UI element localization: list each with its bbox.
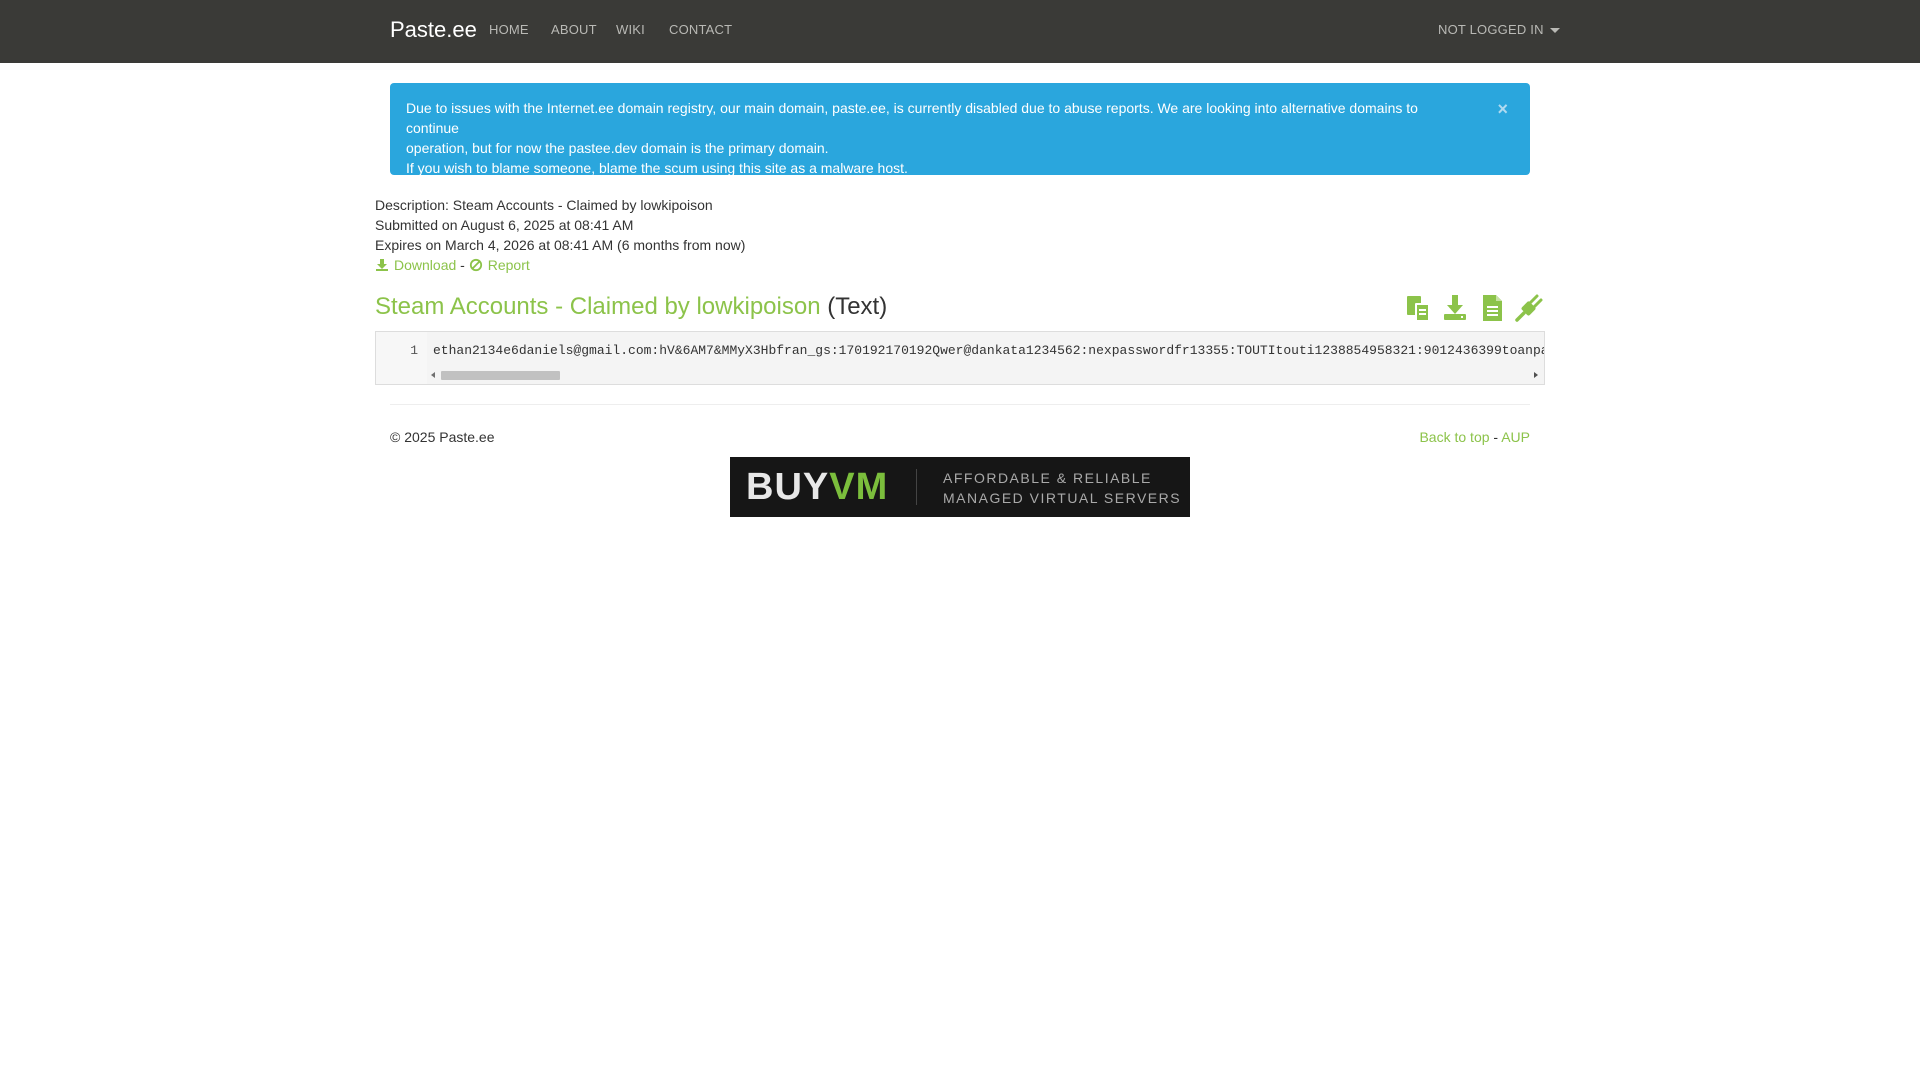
footer-separator: -: [1493, 429, 1499, 445]
scrollbar-thumb[interactable]: [441, 371, 560, 380]
download-button[interactable]: [1439, 292, 1471, 324]
buyvm-ad-banner[interactable]: BUYVM AFFORDABLE & RELIABLE MANAGED VIRT…: [730, 457, 1190, 517]
embed-button[interactable]: [1513, 292, 1545, 324]
nav-about[interactable]: ABOUT: [551, 0, 597, 60]
code-viewer[interactable]: 1 ethan2134e6daniels@gmail.com:hV&6AM7&M…: [375, 331, 1545, 385]
paste-submitted: Submitted on August 6, 2025 at 08:41 AM: [375, 217, 634, 233]
nav-contact[interactable]: CONTACT: [669, 0, 732, 60]
paste-title: Steam Accounts - Claimed by lowkipoison …: [375, 292, 887, 322]
ad-separator: [916, 469, 917, 505]
navbar: Paste.ee HOME ABOUT WIKI CONTACT NOT LOG…: [0, 0, 1920, 63]
alert-line-2: operation, but for now the pastee.dev do…: [406, 140, 829, 156]
raw-icon: [1483, 295, 1502, 321]
account-dropdown[interactable]: NOT LOGGED IN: [1438, 0, 1560, 60]
copy-button[interactable]: [1402, 292, 1434, 324]
paste-expires: Expires on March 4, 2026 at 08:41 AM (6 …: [375, 237, 746, 253]
alert-line-1: Due to issues with the Internet.ee domai…: [406, 100, 1418, 136]
nav-wiki[interactable]: WIKI: [616, 0, 645, 60]
caret-down-icon: [1549, 28, 1560, 34]
domain-notice-alert: Due to issues with the Internet.ee domai…: [390, 83, 1530, 176]
horizontal-scrollbar[interactable]: [427, 369, 1544, 381]
line-gutter: 1: [376, 332, 427, 384]
footer-links: Back to top - AUP: [1419, 427, 1530, 447]
buyvm-logo: BUYVM: [746, 465, 888, 509]
ad-tagline-1: AFFORDABLE & RELIABLE: [943, 470, 1152, 486]
embed-icon: [1515, 294, 1543, 322]
download-icon: [376, 259, 388, 271]
report-icon: [469, 258, 482, 272]
back-to-top-link[interactable]: Back to top: [1419, 429, 1489, 445]
close-alert-button[interactable]: ×: [1497, 99, 1508, 119]
scroll-left-icon[interactable]: [431, 372, 435, 378]
paste-name: Steam Accounts - Claimed by lowkipoison: [375, 293, 821, 320]
code-line: ethan2134e6daniels@gmail.com:hV&6AM7&MMy…: [433, 343, 1544, 358]
aup-link[interactable]: AUP: [1501, 429, 1530, 445]
nav-home[interactable]: HOME: [489, 0, 529, 60]
report-label: Report: [487, 257, 530, 273]
ad-brand-buy: BUY: [746, 466, 830, 508]
ad-tagline-2: MANAGED VIRTUAL SERVERS: [943, 490, 1182, 506]
download-label: Download: [394, 257, 457, 273]
scroll-right-icon[interactable]: [1534, 372, 1538, 378]
alert-line-3: If you wish to blame someone, blame the …: [406, 160, 908, 176]
footer-divider: [390, 404, 1530, 405]
download-link[interactable]: Download: [375, 257, 456, 273]
paste-actions: Download - Report: [375, 255, 745, 275]
paste-format: (Text): [827, 293, 888, 320]
paste-meta: Description: Steam Accounts - Claimed by…: [375, 195, 745, 275]
download-icon: [1444, 295, 1466, 320]
report-link[interactable]: Report: [469, 257, 530, 273]
copyright: © 2025 Paste.ee: [390, 429, 495, 445]
actions-separator: -: [460, 257, 465, 273]
raw-button[interactable]: [1476, 292, 1508, 324]
paste-description: Description: Steam Accounts - Claimed by…: [375, 197, 713, 213]
ad-tagline: AFFORDABLE & RELIABLE MANAGED VIRTUAL SE…: [943, 468, 1181, 508]
brand-logo[interactable]: Paste.ee: [390, 0, 477, 60]
ad-brand-vm: VM: [829, 466, 889, 508]
account-label: NOT LOGGED IN: [1438, 22, 1544, 37]
line-number: 1: [410, 343, 418, 358]
copy-icon: [1407, 296, 1429, 321]
